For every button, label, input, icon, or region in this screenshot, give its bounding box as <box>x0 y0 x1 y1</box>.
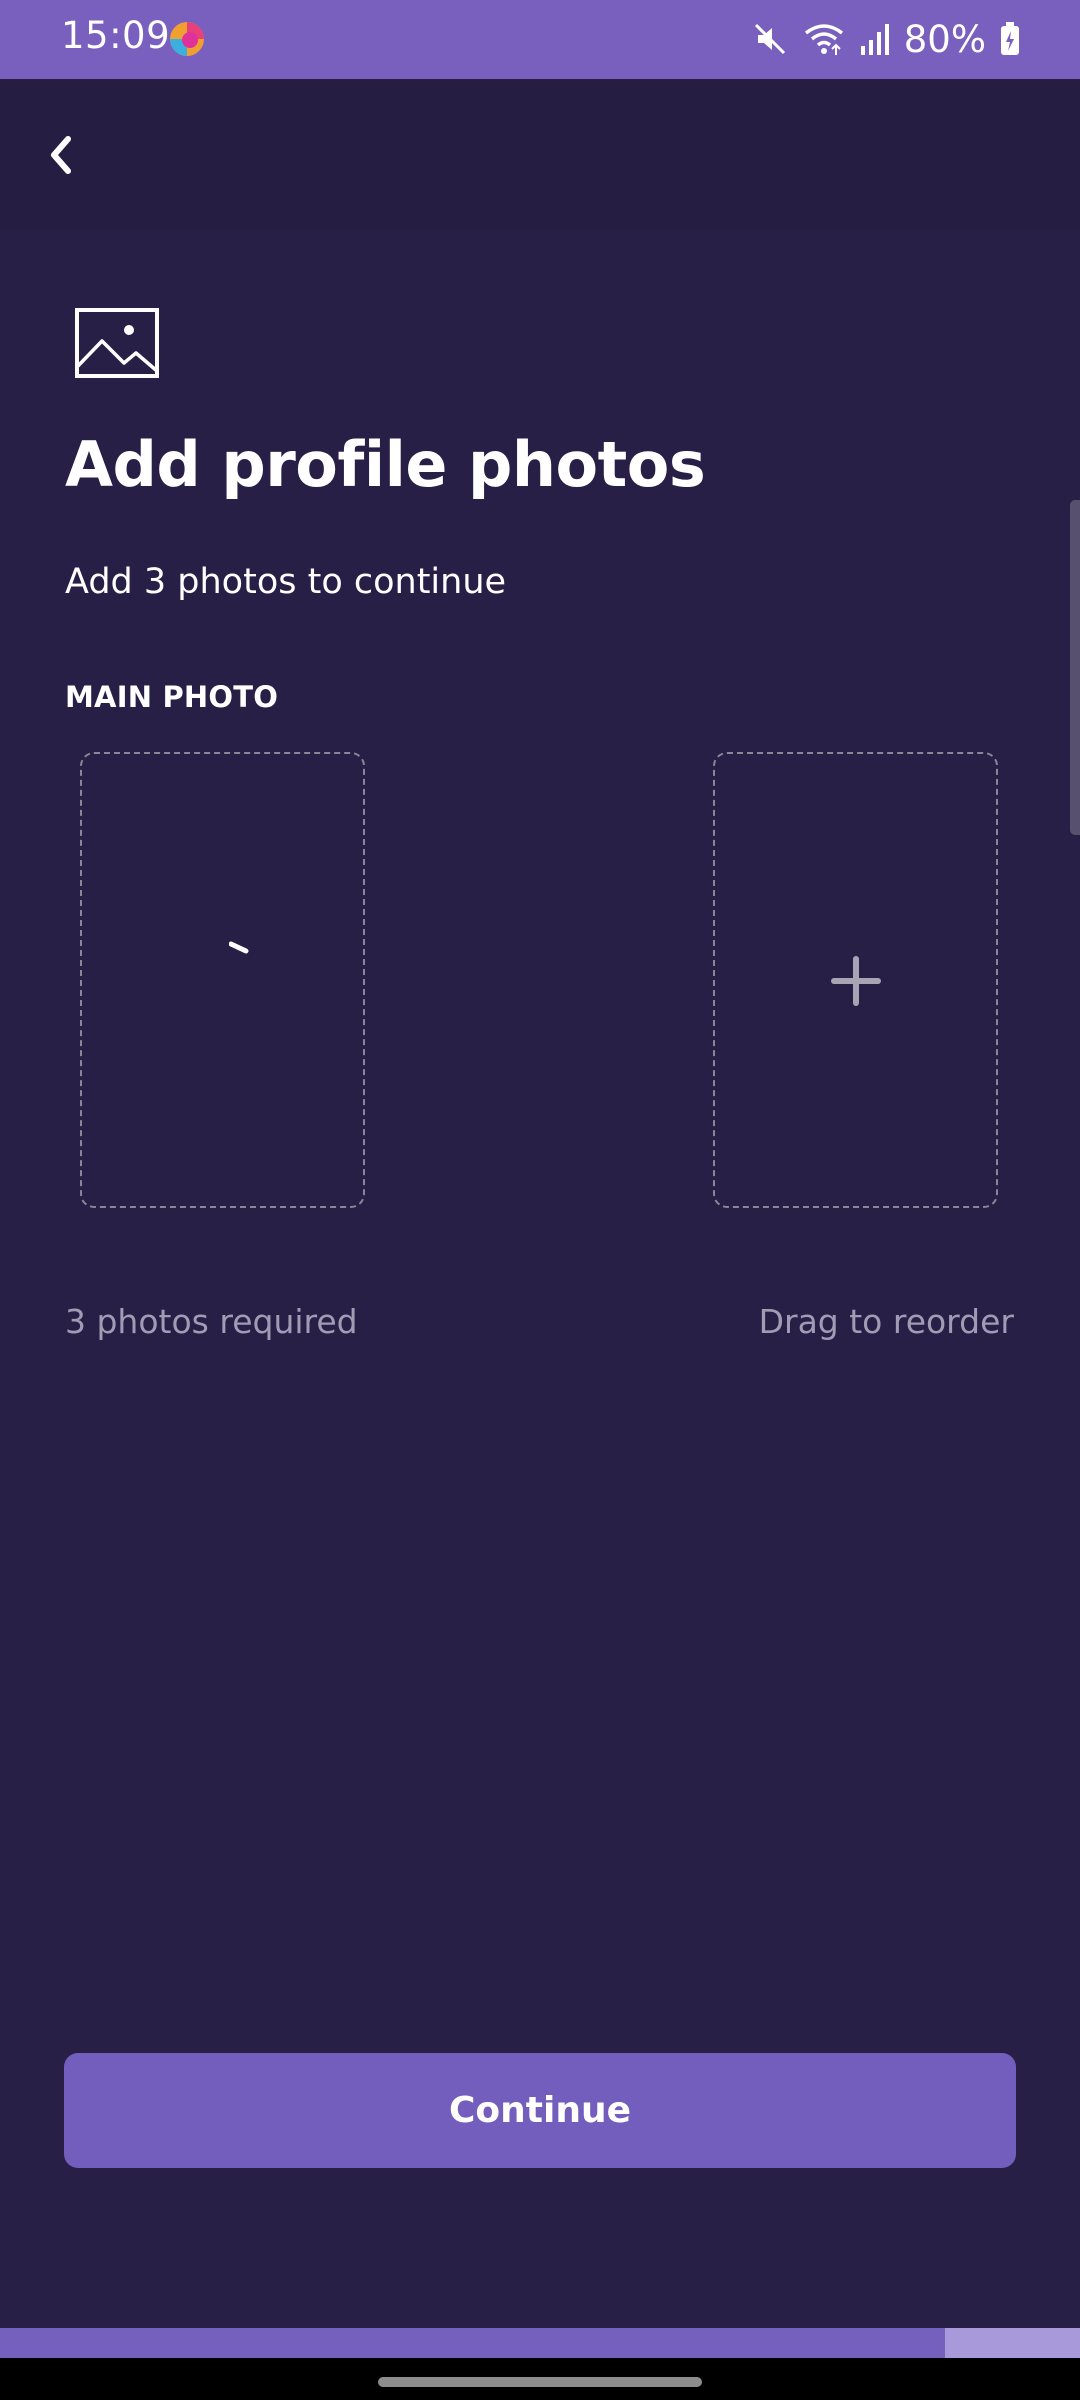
mute-icon <box>754 23 785 55</box>
battery-percent: 80% <box>903 17 986 61</box>
main-photo-slot[interactable] <box>80 752 365 1208</box>
back-button[interactable] <box>30 107 90 202</box>
page-subtitle: Add 3 photos to continue <box>65 562 507 602</box>
battery-icon <box>1001 22 1019 55</box>
wifi-icon <box>804 24 843 55</box>
image-icon <box>75 308 159 378</box>
page-title: Add profile photos <box>65 428 706 501</box>
status-time: 15:09 <box>61 14 171 57</box>
loading-spinner-icon <box>229 941 249 954</box>
continue-button[interactable]: Continue <box>64 2053 1016 2168</box>
photos-required-hint: 3 photos required <box>65 1302 358 1341</box>
top-app-bar <box>0 79 1080 230</box>
app-logo-icon <box>170 22 204 56</box>
progress-fill <box>0 2328 945 2358</box>
signal-icon <box>860 24 889 55</box>
plus-icon <box>831 956 881 1006</box>
scroll-indicator <box>1070 500 1080 835</box>
chevron-left-icon <box>51 135 71 174</box>
add-photo-slot[interactable] <box>713 752 998 1208</box>
system-nav-bar <box>0 2358 1080 2400</box>
main-photo-label: MAIN PHOTO <box>65 680 279 714</box>
status-icons: 80% <box>752 14 1020 64</box>
onboarding-progress-bar <box>0 2328 1080 2358</box>
home-indicator[interactable] <box>378 2377 702 2387</box>
status-bar: 15:09 80% <box>0 0 1080 79</box>
drag-reorder-hint: Drag to reorder <box>758 1302 1014 1341</box>
